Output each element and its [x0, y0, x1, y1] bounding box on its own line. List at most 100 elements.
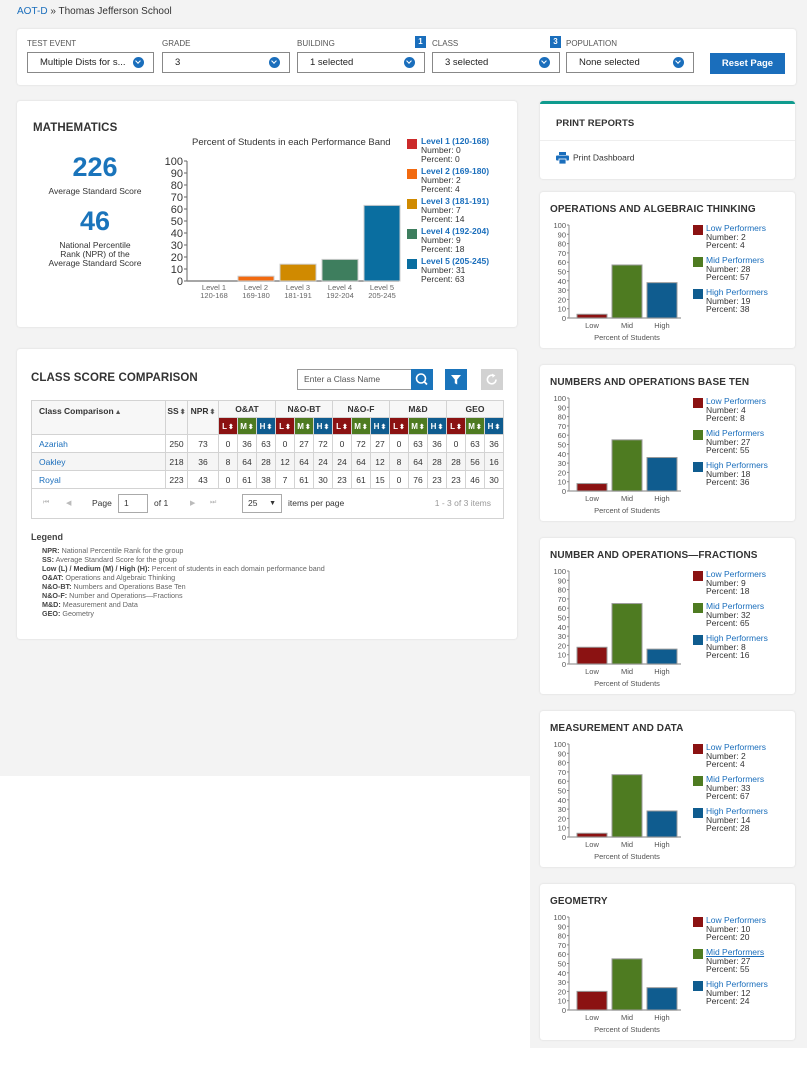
bar-low[interactable] — [576, 483, 608, 492]
class-name-link[interactable]: Azariah — [31, 434, 166, 453]
sort-icon: ⬍ — [266, 423, 273, 431]
legend-swatch — [693, 808, 703, 818]
breadcrumb-link[interactable]: AOT-D — [17, 6, 48, 17]
bar-level-4[interactable] — [321, 258, 359, 282]
value-cell: 7 — [275, 470, 295, 489]
domain-bar-chart: 0102030405060708090100 Low Mid High Percent … — [553, 913, 681, 1034]
column-header-l[interactable]: L⬍ — [446, 417, 466, 435]
column-header-m[interactable]: M⬍ — [294, 417, 314, 435]
grade-select[interactable]: 3 — [162, 52, 290, 73]
column-header-m[interactable]: M⬍ — [465, 417, 485, 435]
test-event-select[interactable]: Multiple Dists for s... — [27, 52, 154, 73]
sort-icon: ⬍ — [494, 423, 501, 431]
column-header-m[interactable]: M⬍ — [237, 417, 257, 435]
refresh-button[interactable] — [481, 369, 503, 390]
value-cell: 76 — [408, 470, 428, 489]
column-header-m[interactable]: M⬍ — [351, 417, 371, 435]
filter-building: BUILDING 1 1 selected — [297, 36, 426, 73]
class-select[interactable]: 3 selected — [432, 52, 560, 73]
y-tick-label: 100 — [553, 913, 566, 922]
class-name-link[interactable]: Oakley — [31, 452, 166, 471]
column-header-l[interactable]: L⬍ — [389, 417, 409, 435]
legend-swatch — [407, 169, 417, 179]
legend-row: SS: Average Standard Score for the group — [31, 555, 325, 564]
column-header-l[interactable]: L⬍ — [218, 417, 238, 435]
search-button[interactable] — [411, 369, 433, 390]
prev-page-icon[interactable]: ◀ — [66, 499, 71, 507]
legend-key: N&O-F: — [42, 591, 68, 600]
divider — [540, 140, 795, 141]
x-axis-label: Percent of Students — [594, 852, 660, 861]
bar-mid[interactable] — [611, 603, 643, 665]
bar-mid[interactable] — [611, 439, 643, 492]
class-name-link[interactable]: Royal — [31, 470, 166, 489]
bar-low[interactable] — [576, 832, 608, 838]
print-reports-card: PRINT REPORTS Print Dashboard — [540, 101, 795, 179]
card-title: MATHEMATICS — [33, 122, 118, 134]
bar-high[interactable] — [646, 987, 678, 1011]
y-tick-label: 50 — [558, 960, 566, 969]
print-dashboard-link[interactable]: Print Dashboard — [556, 152, 634, 165]
bar-high[interactable] — [646, 457, 678, 492]
legend-swatch — [693, 225, 703, 235]
filter-button[interactable] — [445, 369, 467, 390]
value-cell: 36 — [484, 434, 504, 453]
bar-low[interactable] — [576, 313, 608, 319]
x-tick-label: Low — [585, 840, 599, 849]
column-header-h[interactable]: H⬍ — [256, 417, 276, 435]
page-number-input[interactable]: 1 — [118, 494, 148, 513]
column-header-h[interactable]: H⬍ — [427, 417, 447, 435]
first-page-icon[interactable]: ⏮ — [43, 499, 49, 507]
column-header-h[interactable]: H⬍ — [313, 417, 333, 435]
header-label: Class Comparison — [39, 406, 114, 416]
value-cell: 64 — [351, 452, 371, 471]
column-header-class[interactable]: Class Comparison▲ — [31, 400, 166, 435]
filter-bar: TEST EVENT Multiple Dists for s... GRADE… — [17, 29, 796, 85]
column-header-npr[interactable]: NPR⬍ — [187, 400, 219, 435]
column-header-l[interactable]: L⬍ — [332, 417, 352, 435]
value-cell: 0 — [389, 470, 409, 489]
y-tick-label: 20 — [558, 814, 566, 823]
column-header-h[interactable]: H⬍ — [484, 417, 504, 435]
bar-low[interactable] — [576, 990, 608, 1011]
legend-desc: Measurement and Data — [60, 600, 138, 609]
bar-level-2[interactable] — [237, 275, 275, 282]
column-header-ss[interactable]: SS⬍ — [165, 400, 188, 435]
legend-key: GEO: — [42, 609, 61, 618]
bar-mid[interactable] — [611, 958, 643, 1011]
sort-icon: ⬍ — [304, 423, 311, 431]
sort-asc-icon: ▲ — [114, 409, 122, 416]
bar-level-3[interactable] — [279, 263, 317, 282]
search-icon — [415, 373, 428, 386]
select-value: None selected — [579, 57, 640, 68]
bar-mid[interactable] — [611, 264, 643, 319]
next-page-icon[interactable]: ▶ — [190, 499, 195, 507]
bar-high[interactable] — [646, 282, 678, 319]
y-tick-label: 60 — [558, 431, 566, 440]
bar-mid[interactable] — [611, 774, 643, 838]
select-value: 25 — [248, 498, 258, 508]
bar-high[interactable] — [646, 810, 678, 838]
column-header-l[interactable]: L⬍ — [275, 417, 295, 435]
npr-value: 46 — [79, 206, 111, 236]
header-row: Class Comparison▲ SS⬍ NPR⬍ O&AT N&O-BT N&O-F M… — [31, 400, 504, 435]
bar-level-5[interactable] — [363, 204, 401, 282]
column-header-m[interactable]: M⬍ — [408, 417, 428, 435]
bar-low[interactable] — [576, 646, 608, 665]
population-select[interactable]: None selected — [566, 52, 694, 73]
value-cell: 61 — [294, 470, 314, 489]
header-label: L — [393, 421, 398, 431]
table-row: Azariah 250 73 0 36 63 0 27 72 0 72 27 0 63 36 0 63 36 — [31, 434, 504, 453]
x-tick-label: Mid — [621, 667, 633, 676]
column-header-h[interactable]: H⬍ — [370, 417, 390, 435]
select-value: 1 selected — [310, 57, 354, 68]
reset-page-button[interactable]: Reset Page — [710, 53, 785, 74]
class-search-input[interactable]: Enter a Class Name — [297, 369, 412, 390]
last-page-icon[interactable]: ⏭ — [210, 499, 216, 507]
building-select[interactable]: 1 selected — [297, 52, 425, 73]
value-cell: 63 — [408, 434, 428, 453]
bar-high[interactable] — [646, 648, 678, 665]
legend-item-mid: Mid Performers Number: 27 Percent: 55 — [693, 948, 768, 980]
items-per-page-select[interactable]: 25 ▼ — [242, 494, 282, 513]
legend-percent: Percent: 18 — [421, 244, 465, 254]
